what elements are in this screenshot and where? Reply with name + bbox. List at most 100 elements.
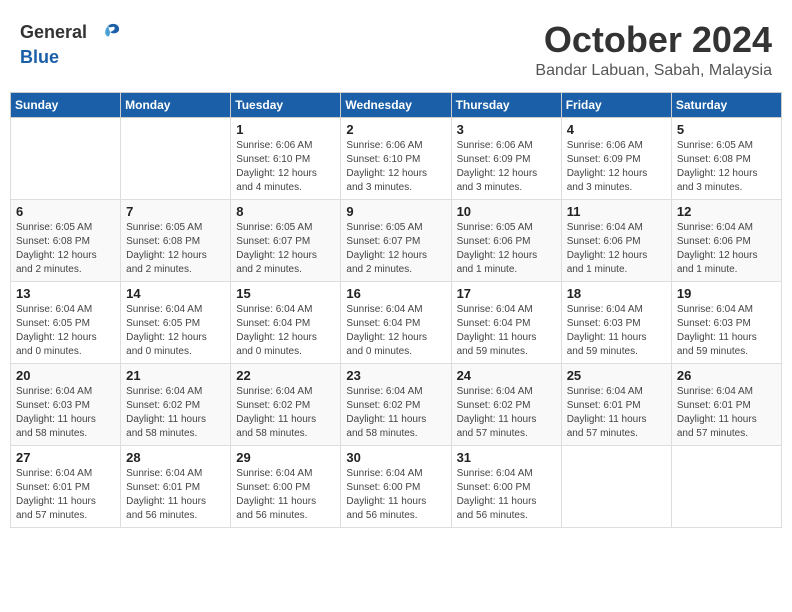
calendar-cell xyxy=(561,445,671,527)
day-number: 26 xyxy=(677,368,776,383)
calendar-cell: 27 Sunrise: 6:04 AM Sunset: 6:01 PM Dayli… xyxy=(11,445,121,527)
calendar-cell xyxy=(11,117,121,199)
day-info: Sunrise: 6:05 AM Sunset: 6:08 PM Dayligh… xyxy=(677,139,776,195)
day-info: Sunrise: 6:04 AM Sunset: 6:06 PM Dayligh… xyxy=(677,221,776,277)
day-info: Sunrise: 6:04 AM Sunset: 6:05 PM Dayligh… xyxy=(126,303,225,359)
calendar-cell: 20 Sunrise: 6:04 AM Sunset: 6:03 PM Dayli… xyxy=(11,363,121,445)
calendar-cell: 17 Sunrise: 6:04 AM Sunset: 6:04 PM Dayli… xyxy=(451,281,561,363)
calendar-cell xyxy=(121,117,231,199)
calendar-cell: 13 Sunrise: 6:04 AM Sunset: 6:05 PM Dayli… xyxy=(11,281,121,363)
header: General Blue October 2024 Bandar Labuan,… xyxy=(10,10,782,86)
day-number: 30 xyxy=(346,450,445,465)
day-number: 12 xyxy=(677,204,776,219)
day-info: Sunrise: 6:04 AM Sunset: 6:04 PM Dayligh… xyxy=(457,303,556,359)
calendar-cell: 3 Sunrise: 6:06 AM Sunset: 6:09 PM Daylig… xyxy=(451,117,561,199)
day-info: Sunrise: 6:04 AM Sunset: 6:01 PM Dayligh… xyxy=(677,385,776,441)
calendar-cell: 25 Sunrise: 6:04 AM Sunset: 6:01 PM Dayli… xyxy=(561,363,671,445)
day-number: 19 xyxy=(677,286,776,301)
day-info: Sunrise: 6:04 AM Sunset: 6:03 PM Dayligh… xyxy=(567,303,666,359)
calendar-cell: 4 Sunrise: 6:06 AM Sunset: 6:09 PM Daylig… xyxy=(561,117,671,199)
day-number: 16 xyxy=(346,286,445,301)
day-info: Sunrise: 6:06 AM Sunset: 6:10 PM Dayligh… xyxy=(346,139,445,195)
day-info: Sunrise: 6:06 AM Sunset: 6:09 PM Dayligh… xyxy=(457,139,556,195)
calendar-week-2: 6 Sunrise: 6:05 AM Sunset: 6:08 PM Daylig… xyxy=(11,199,782,281)
day-info: Sunrise: 6:04 AM Sunset: 6:04 PM Dayligh… xyxy=(236,303,335,359)
weekday-header-wednesday: Wednesday xyxy=(341,92,451,117)
day-info: Sunrise: 6:04 AM Sunset: 6:03 PM Dayligh… xyxy=(677,303,776,359)
calendar-week-4: 20 Sunrise: 6:04 AM Sunset: 6:03 PM Dayli… xyxy=(11,363,782,445)
day-number: 24 xyxy=(457,368,556,383)
day-number: 31 xyxy=(457,450,556,465)
day-info: Sunrise: 6:04 AM Sunset: 6:00 PM Dayligh… xyxy=(346,467,445,523)
calendar-cell: 18Sunrise: 6:04 AM Sunset: 6:03 PM Dayli… xyxy=(561,281,671,363)
day-info: Sunrise: 6:04 AM Sunset: 6:02 PM Dayligh… xyxy=(457,385,556,441)
day-info: Sunrise: 6:05 AM Sunset: 6:07 PM Dayligh… xyxy=(236,221,335,277)
weekday-header-saturday: Saturday xyxy=(671,92,781,117)
logo-bird-icon xyxy=(94,20,122,48)
day-number: 23 xyxy=(346,368,445,383)
calendar-cell: 22Sunrise: 6:04 AM Sunset: 6:02 PM Dayli… xyxy=(231,363,341,445)
weekday-header-thursday: Thursday xyxy=(451,92,561,117)
day-number: 13 xyxy=(16,286,115,301)
calendar-cell: 5 Sunrise: 6:05 AM Sunset: 6:08 PM Daylig… xyxy=(671,117,781,199)
day-info: Sunrise: 6:04 AM Sunset: 6:00 PM Dayligh… xyxy=(236,467,335,523)
weekday-header-monday: Monday xyxy=(121,92,231,117)
weekday-header-tuesday: Tuesday xyxy=(231,92,341,117)
day-number: 20 xyxy=(16,368,115,383)
day-number: 7 xyxy=(126,204,225,219)
calendar-cell: 8 Sunrise: 6:05 AM Sunset: 6:07 PM Daylig… xyxy=(231,199,341,281)
day-number: 8 xyxy=(236,204,335,219)
day-info: Sunrise: 6:04 AM Sunset: 6:04 PM Dayligh… xyxy=(346,303,445,359)
day-number: 15 xyxy=(236,286,335,301)
calendar-cell: 23 Sunrise: 6:04 AM Sunset: 6:02 PM Dayli… xyxy=(341,363,451,445)
weekday-header-row: SundayMondayTuesdayWednesdayThursdayFrid… xyxy=(11,92,782,117)
calendar-week-3: 13 Sunrise: 6:04 AM Sunset: 6:05 PM Dayli… xyxy=(11,281,782,363)
day-info: Sunrise: 6:05 AM Sunset: 6:07 PM Dayligh… xyxy=(346,221,445,277)
day-number: 6 xyxy=(16,204,115,219)
day-info: Sunrise: 6:05 AM Sunset: 6:08 PM Dayligh… xyxy=(126,221,225,277)
day-info: Sunrise: 6:04 AM Sunset: 6:03 PM Dayligh… xyxy=(16,385,115,441)
day-info: Sunrise: 6:04 AM Sunset: 6:02 PM Dayligh… xyxy=(346,385,445,441)
day-number: 28 xyxy=(126,450,225,465)
title-area: October 2024 Bandar Labuan, Sabah, Malay… xyxy=(535,20,772,80)
calendar-cell: 11 Sunrise: 6:04 AM Sunset: 6:06 PM Dayli… xyxy=(561,199,671,281)
day-number: 4 xyxy=(567,122,666,137)
month-title: October 2024 xyxy=(535,20,772,60)
day-number: 29 xyxy=(236,450,335,465)
calendar-cell: 1 Sunrise: 6:06 AM Sunset: 6:10 PM Daylig… xyxy=(231,117,341,199)
day-info: Sunrise: 6:04 AM Sunset: 6:01 PM Dayligh… xyxy=(567,385,666,441)
calendar-week-1: 1 Sunrise: 6:06 AM Sunset: 6:10 PM Daylig… xyxy=(11,117,782,199)
calendar-cell: 19 Sunrise: 6:04 AM Sunset: 6:03 PM Dayli… xyxy=(671,281,781,363)
calendar-cell: 12 Sunrise: 6:04 AM Sunset: 6:06 PM Dayli… xyxy=(671,199,781,281)
calendar-cell: 24 Sunrise: 6:04 AM Sunset: 6:02 PM Dayli… xyxy=(451,363,561,445)
day-number: 3 xyxy=(457,122,556,137)
calendar-cell: 7 Sunrise: 6:05 AM Sunset: 6:08 PM Daylig… xyxy=(121,199,231,281)
calendar-cell: 14 Sunrise: 6:04 AM Sunset: 6:05 PM Dayli… xyxy=(121,281,231,363)
day-info: Sunrise: 6:04 AM Sunset: 6:02 PM Dayligh… xyxy=(236,385,335,441)
calendar-cell: 15 Sunrise: 6:04 AM Sunset: 6:04 PM Dayli… xyxy=(231,281,341,363)
day-number: 14 xyxy=(126,286,225,301)
calendar-cell: 16 Sunrise: 6:04 AM Sunset: 6:04 PM Dayli… xyxy=(341,281,451,363)
day-number: 1 xyxy=(236,122,335,137)
day-info: Sunrise: 6:04 AM Sunset: 6:02 PM Dayligh… xyxy=(126,385,225,441)
day-info: Sunrise: 6:06 AM Sunset: 6:09 PM Dayligh… xyxy=(567,139,666,195)
calendar-cell: 29 Sunrise: 6:04 AM Sunset: 6:00 PM Dayli… xyxy=(231,445,341,527)
day-number: 17 xyxy=(457,286,556,301)
day-number: 5 xyxy=(677,122,776,137)
calendar-week-5: 27 Sunrise: 6:04 AM Sunset: 6:01 PM Dayli… xyxy=(11,445,782,527)
calendar-cell: 31Sunrise: 6:04 AM Sunset: 6:00 PM Dayli… xyxy=(451,445,561,527)
day-number: 2 xyxy=(346,122,445,137)
day-info: Sunrise: 6:05 AM Sunset: 6:06 PM Dayligh… xyxy=(457,221,556,277)
day-info: Sunrise: 6:06 AM Sunset: 6:10 PM Dayligh… xyxy=(236,139,335,195)
weekday-header-friday: Friday xyxy=(561,92,671,117)
calendar-cell: 21Sunrise: 6:04 AM Sunset: 6:02 PM Dayli… xyxy=(121,363,231,445)
day-info: Sunrise: 6:05 AM Sunset: 6:08 PM Dayligh… xyxy=(16,221,115,277)
day-number: 27 xyxy=(16,450,115,465)
logo-general: General xyxy=(20,20,122,48)
day-info: Sunrise: 6:04 AM Sunset: 6:01 PM Dayligh… xyxy=(16,467,115,523)
day-info: Sunrise: 6:04 AM Sunset: 6:06 PM Dayligh… xyxy=(567,221,666,277)
calendar-cell: 9Sunrise: 6:05 AM Sunset: 6:07 PM Daylig… xyxy=(341,199,451,281)
day-number: 11 xyxy=(567,204,666,219)
day-info: Sunrise: 6:04 AM Sunset: 6:05 PM Dayligh… xyxy=(16,303,115,359)
day-number: 25 xyxy=(567,368,666,383)
